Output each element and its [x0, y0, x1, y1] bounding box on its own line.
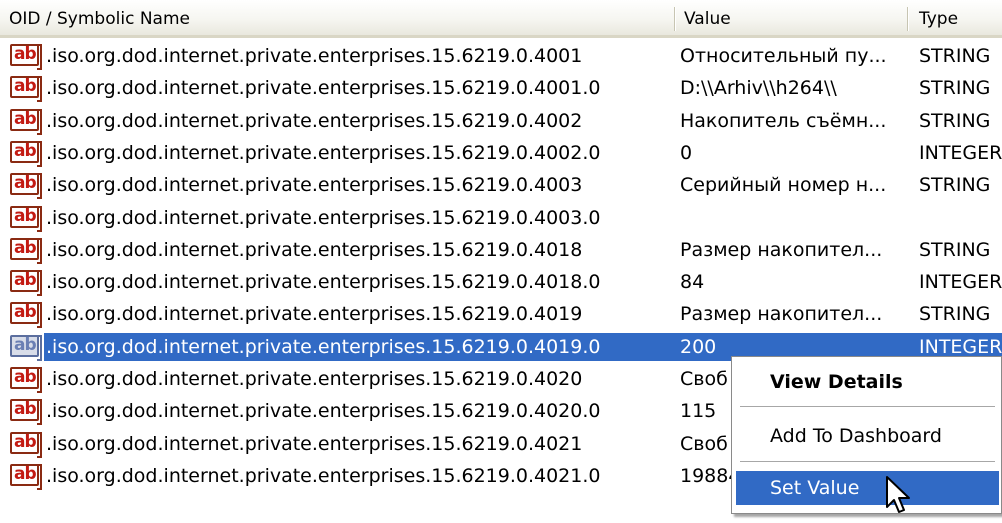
type-cell: [919, 202, 1002, 234]
oid-cell: .iso.org.dod.internet.private.enterprise…: [46, 335, 601, 358]
table-row[interactable]: ab .iso.org.dod.internet.private.enterpri…: [0, 266, 1002, 298]
column-header-oid[interactable]: OID / Symbolic Name: [0, 0, 675, 35]
oid-cell: .iso.org.dod.internet.private.enterprise…: [46, 45, 583, 67]
value-cell: 0: [680, 141, 693, 164]
context-menu: View Details Add To Dashboard Set Value: [731, 356, 1002, 514]
oid-cell: .iso.org.dod.internet.private.enterprise…: [46, 238, 583, 261]
value-cell: Относительный пу...: [680, 45, 887, 67]
oid-cell: .iso.org.dod.internet.private.enterprise…: [46, 271, 601, 294]
menu-item-set-value[interactable]: Set Value: [736, 471, 999, 505]
column-header-value[interactable]: Value: [675, 0, 907, 35]
type-cell: STRING: [919, 238, 991, 261]
type-cell: STRING: [919, 303, 991, 326]
table-row[interactable]: ab .iso.org.dod.internet.private.enterpri…: [0, 169, 1002, 201]
icon-glyph: ab: [14, 431, 37, 452]
icon-glyph: ab: [14, 44, 37, 64]
value-cell: Размер накопител...: [680, 238, 883, 261]
menu-separator: [740, 461, 995, 462]
type-cell: STRING: [919, 45, 991, 67]
string-value-icon: ab: [10, 173, 42, 200]
icon-glyph: ab: [14, 76, 37, 97]
oid-cell: .iso.org.dod.internet.private.enterprise…: [46, 368, 583, 390]
menu-separator: [740, 406, 995, 407]
icon-glyph: ab: [14, 399, 37, 420]
string-value-icon: ab: [10, 431, 42, 458]
value-cell: Накопитель съёмн...: [680, 109, 887, 132]
string-value-icon: ab: [10, 140, 42, 167]
oid-cell: .iso.org.dod.internet.private.enterprise…: [46, 174, 583, 197]
value-cell: Серийный номер н...: [680, 174, 887, 197]
column-header-type[interactable]: Type: [910, 0, 1002, 35]
table-row[interactable]: ab .iso.org.dod.internet.private.enterpri…: [0, 72, 1002, 104]
string-value-icon: ab: [10, 205, 42, 232]
icon-glyph: ab: [14, 463, 37, 484]
icon-glyph: ab: [14, 205, 37, 226]
column-header-bar: OID / Symbolic Name Value Type: [0, 0, 1002, 38]
string-value-icon: ab: [10, 237, 42, 264]
mouse-cursor-icon: [886, 476, 910, 513]
table-row[interactable]: ab .iso.org.dod.internet.private.enterpri…: [0, 298, 1002, 330]
oid-cell: .iso.org.dod.internet.private.enterprise…: [46, 303, 583, 326]
table-row[interactable]: ab .iso.org.dod.internet.private.enterpri…: [0, 137, 1002, 169]
oid-cell: .iso.org.dod.internet.private.enterprise…: [46, 432, 583, 455]
table-row[interactable]: ab .iso.org.dod.internet.private.enterpri…: [0, 105, 1002, 137]
string-value-icon: ab: [10, 334, 42, 361]
oid-cell: .iso.org.dod.internet.private.enterprise…: [46, 109, 583, 132]
icon-glyph: ab: [14, 334, 37, 355]
type-cell: INTEGER: [919, 141, 1002, 164]
type-cell: STRING: [919, 109, 991, 132]
oid-cell: .iso.org.dod.internet.private.enterprise…: [46, 464, 601, 487]
icon-glyph: ab: [14, 270, 37, 291]
oid-cell: .iso.org.dod.internet.private.enterprise…: [46, 400, 601, 423]
string-value-icon: ab: [10, 463, 42, 490]
type-cell: INTEGER: [919, 271, 1002, 294]
string-value-icon: ab: [10, 108, 42, 135]
string-value-icon: ab: [10, 76, 42, 103]
string-value-icon: ab: [10, 270, 42, 297]
icon-glyph: ab: [14, 140, 37, 161]
oid-cell: .iso.org.dod.internet.private.enterprise…: [46, 206, 601, 229]
icon-glyph: ab: [14, 237, 37, 258]
icon-glyph: ab: [14, 367, 37, 387]
string-value-icon: ab: [10, 399, 42, 426]
table-row[interactable]: ab .iso.org.dod.internet.private.enterpri…: [0, 202, 1002, 234]
table-row[interactable]: ab .iso.org.dod.internet.private.enterpri…: [0, 234, 1002, 266]
string-value-icon: ab: [10, 367, 42, 393]
icon-glyph: ab: [14, 302, 37, 323]
value-cell: [680, 202, 902, 234]
value-cell: D:\\Arhiv\\h264\\: [680, 77, 837, 100]
type-cell: STRING: [919, 77, 991, 100]
icon-glyph: ab: [14, 173, 37, 194]
oid-cell: .iso.org.dod.internet.private.enterprise…: [46, 141, 601, 164]
oid-cell: .iso.org.dod.internet.private.enterprise…: [46, 77, 601, 100]
string-value-icon: ab: [10, 302, 42, 329]
menu-item-add-to-dashboard[interactable]: Add To Dashboard: [736, 419, 999, 453]
icon-glyph: ab: [14, 108, 37, 129]
menu-item-view-details[interactable]: View Details: [736, 365, 999, 399]
string-value-icon: ab: [10, 44, 42, 70]
value-cell: Размер накопител...: [680, 303, 883, 326]
type-cell: STRING: [919, 174, 991, 197]
value-cell: 84: [680, 271, 705, 294]
column-divider[interactable]: [907, 7, 909, 31]
table-row[interactable]: ab .iso.org.dod.internet.private.enterpri…: [0, 40, 1002, 72]
